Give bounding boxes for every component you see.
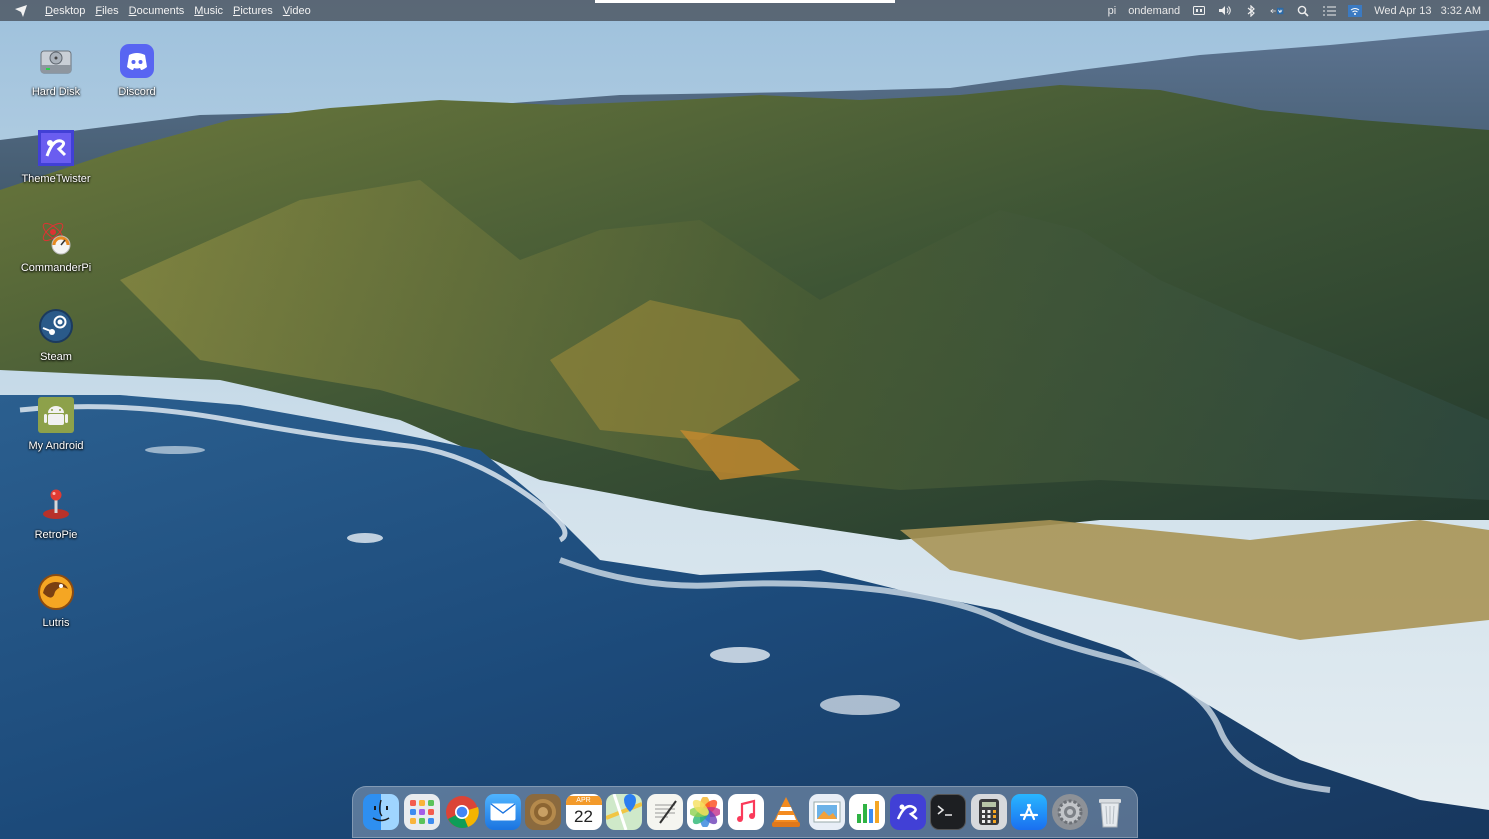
bluetooth-icon[interactable] (1244, 4, 1258, 17)
desktop-icon-commanderpi[interactable]: CommanderPi (16, 217, 96, 274)
calendar-day: 22 (574, 806, 593, 826)
list-icon[interactable] (1322, 5, 1336, 17)
desktop-icon-retropie[interactable]: RetroPie (16, 484, 96, 541)
retropie-icon (36, 484, 76, 524)
menu-files[interactable]: Files (95, 5, 118, 17)
cpu-icon[interactable] (1192, 5, 1206, 17)
vlc-icon[interactable] (768, 794, 804, 830)
desktop-icon-themetwister[interactable]: ThemeTwister (16, 128, 96, 185)
desktop-icon-label: Steam (40, 351, 72, 363)
dock: APR 22 (352, 786, 1138, 838)
preview-icon[interactable] (808, 794, 845, 830)
numbers-icon[interactable] (849, 794, 885, 830)
discord-icon (117, 41, 157, 81)
network-icon[interactable] (1270, 5, 1284, 17)
photos-archive-icon[interactable] (525, 794, 561, 830)
steam-icon (36, 306, 76, 346)
search-icon[interactable] (1296, 5, 1310, 17)
menu-music[interactable]: Music (194, 5, 223, 17)
top-menu-bar: Desktop Files Documents Music Pictures V… (0, 0, 1489, 21)
desktop-icon-steam[interactable]: Steam (16, 306, 96, 363)
menu-desktop[interactable]: Desktop (45, 5, 85, 17)
clock[interactable]: Wed Apr 13 3:32 AM (1374, 5, 1481, 17)
themetwister-icon[interactable] (889, 794, 926, 830)
menu-pictures[interactable]: Pictures (233, 5, 273, 17)
desktop-icon-label: ThemeTwister (21, 173, 91, 185)
desktop-icon-discord[interactable]: Discord (97, 41, 177, 98)
desktop-icon-label: Discord (118, 86, 156, 98)
maps-icon[interactable] (606, 794, 642, 830)
app-store-icon[interactable] (1011, 794, 1047, 830)
desktop-icon-my-android[interactable]: My Android (16, 395, 96, 452)
menu-video[interactable]: Video (283, 5, 311, 17)
desktop-icon-lutris[interactable]: Lutris (16, 572, 96, 629)
user-label[interactable]: pi (1108, 5, 1117, 17)
desktop-wallpaper (0, 0, 1489, 839)
terminal-icon[interactable] (930, 794, 966, 830)
desktop-icon-label: My Android (28, 440, 84, 452)
chrome-icon[interactable] (444, 794, 480, 830)
menu-documents[interactable]: Documents (129, 5, 185, 17)
themetwister-icon (36, 128, 76, 168)
finder-icon[interactable] (363, 794, 399, 830)
music-icon[interactable] (727, 794, 764, 830)
textedit-icon[interactable] (646, 794, 683, 830)
app-menu-logo-icon[interactable] (8, 0, 34, 21)
system-preferences-icon[interactable] (1051, 794, 1088, 830)
android-icon (36, 395, 76, 435)
launchpad-icon[interactable] (403, 794, 440, 830)
trash-icon[interactable] (1092, 794, 1128, 830)
wifi-icon[interactable] (1348, 4, 1363, 17)
volume-icon[interactable] (1218, 5, 1232, 17)
hard-disk-icon (36, 41, 76, 81)
commanderpi-icon (36, 217, 76, 257)
desktop-icon-label: Hard Disk (31, 86, 81, 98)
desktop-icon-label: RetroPie (34, 529, 78, 541)
lutris-icon (36, 572, 76, 612)
taskbar-indicator (595, 0, 895, 3)
calendar-icon[interactable]: APR 22 (565, 794, 602, 830)
desktop-icon-label: CommanderPi (20, 262, 92, 274)
desktop-icon-hard-disk[interactable]: Hard Disk (16, 41, 96, 98)
cpu-governor-label[interactable]: ondemand (1128, 5, 1180, 17)
calendar-month: APR (565, 795, 602, 805)
mail-icon[interactable] (484, 794, 521, 830)
photos-icon[interactable] (687, 794, 723, 830)
calculator-icon[interactable] (970, 794, 1007, 830)
desktop-icon-label: Lutris (42, 617, 70, 629)
